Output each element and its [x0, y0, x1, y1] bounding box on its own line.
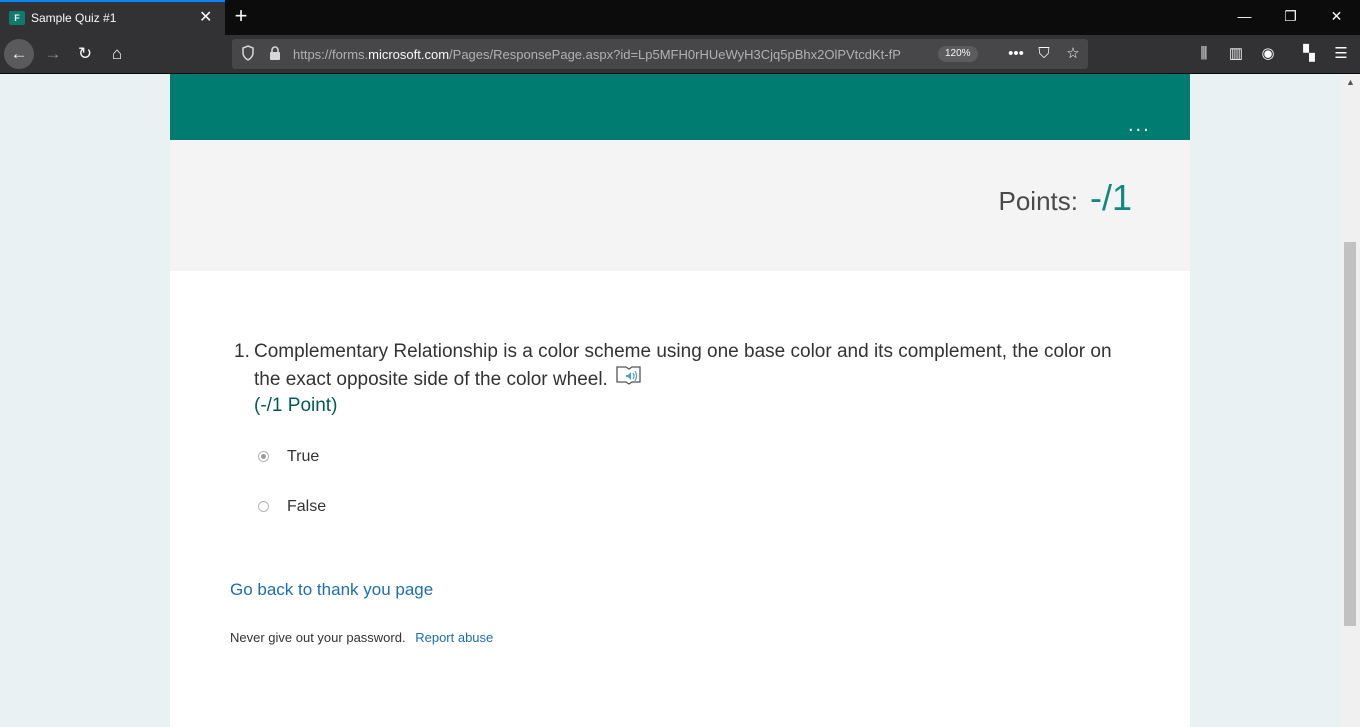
- sidebar-icon[interactable]: ▥: [1227, 45, 1245, 63]
- radio-true[interactable]: [258, 451, 269, 462]
- new-tab-button[interactable]: +: [230, 3, 252, 29]
- tab-bar: F Sample Quiz #1 ✕ + — ❐ ✕: [0, 0, 1360, 35]
- navigation-bar: ← → ↻ ⌂ https://forms.microsoft.com/Page…: [0, 35, 1360, 74]
- pocket-icon[interactable]: ⛉: [1035, 45, 1053, 63]
- forms-favicon-icon: F: [9, 11, 25, 25]
- back-button[interactable]: ←: [4, 39, 34, 69]
- tab-title: Sample Quiz #1: [31, 11, 117, 25]
- browser-tab[interactable]: F Sample Quiz #1 ✕: [0, 0, 225, 35]
- menu-icon[interactable]: ☰: [1332, 45, 1350, 63]
- points-value: -/1: [1089, 177, 1132, 218]
- forward-button[interactable]: →: [38, 39, 68, 69]
- reload-button[interactable]: ↻: [70, 39, 100, 69]
- form-footer: Never give out your password. Report abu…: [230, 630, 493, 645]
- url-text[interactable]: https://forms.microsoft.com/Pages/Respon…: [293, 47, 928, 62]
- lock-icon[interactable]: [268, 46, 282, 61]
- report-abuse-link[interactable]: Report abuse: [415, 630, 493, 645]
- form-header-banner: ...: [170, 74, 1190, 140]
- immersive-reader-icon[interactable]: [616, 365, 642, 395]
- tab-close-icon[interactable]: ✕: [199, 7, 212, 27]
- library-icon[interactable]: ⫼: [1195, 45, 1213, 63]
- page-actions-icon[interactable]: •••: [1007, 45, 1025, 63]
- window-close-button[interactable]: ✕: [1314, 0, 1359, 35]
- tracking-shield-icon[interactable]: [242, 45, 254, 61]
- password-warning: Never give out your password.: [230, 630, 406, 645]
- address-bar[interactable]: https://forms.microsoft.com/Pages/Respon…: [232, 39, 1088, 69]
- zoom-indicator[interactable]: 120%: [938, 46, 978, 62]
- form-page: ... Points: -/1 1. Complementary Relatio…: [170, 74, 1190, 727]
- scroll-up-arrow-icon[interactable]: ▲: [1346, 77, 1355, 87]
- question-number: 1.: [234, 341, 250, 362]
- bookmark-star-icon[interactable]: ☆: [1064, 45, 1082, 63]
- scrollbar-thumb[interactable]: [1344, 242, 1356, 626]
- more-options-icon[interactable]: ...: [1128, 114, 1151, 137]
- question-points: (-/1 Point): [254, 395, 338, 416]
- option-label: True: [287, 448, 320, 465]
- extensions-icon[interactable]: ▚: [1300, 45, 1318, 63]
- minimize-button[interactable]: —: [1222, 0, 1267, 35]
- points-summary: Points: -/1: [170, 140, 1190, 271]
- go-back-link[interactable]: Go back to thank you page: [230, 580, 433, 600]
- page-scrollbar[interactable]: ▲: [1341, 74, 1360, 727]
- option-label: False: [287, 498, 327, 515]
- home-button[interactable]: ⌂: [102, 39, 132, 69]
- account-icon[interactable]: ◉: [1259, 45, 1277, 63]
- question-text: Complementary Relationship is a color sc…: [254, 341, 1112, 391]
- radio-false[interactable]: [258, 501, 269, 512]
- points-label: Points:: [998, 186, 1079, 216]
- restore-button[interactable]: ❐: [1268, 0, 1313, 35]
